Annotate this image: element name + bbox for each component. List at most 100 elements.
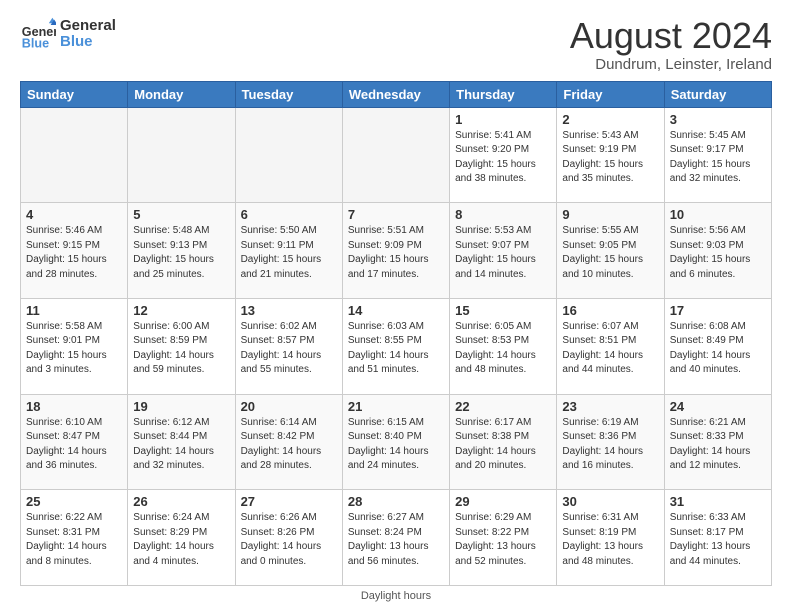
day-number: 15 [455,303,551,318]
calendar-week-4: 18 Sunrise: 6:10 AMSunset: 8:47 PMDayligh… [21,394,772,490]
day-info: Sunrise: 6:26 AMSunset: 8:26 PMDaylight:… [241,511,337,569]
calendar-cell [235,107,342,203]
calendar-cell: 19 Sunrise: 6:12 AMSunset: 8:44 PMDayligh… [128,394,235,490]
calendar-cell: 13 Sunrise: 6:02 AMSunset: 8:57 PMDayligh… [235,298,342,394]
day-number: 18 [26,399,122,414]
calendar-cell: 22Sunrise: 6:17 AMSunset: 8:38 PMDayligh… [450,394,557,490]
day-info: Sunrise: 5:56 AMSunset: 9:03 PMDaylight:… [670,224,766,282]
calendar-cell: 14Sunrise: 6:03 AMSunset: 8:55 PMDayligh… [342,298,449,394]
day-number: 1 [455,112,551,127]
day-info: Sunrise: 6:08 AMSunset: 8:49 PMDaylight:… [670,320,766,378]
calendar-week-5: 25 Sunrise: 6:22 AMSunset: 8:31 PMDayligh… [21,490,772,586]
day-number: 9 [562,207,658,222]
logo-blue: Blue [60,34,116,51]
day-number: 17 [670,303,766,318]
day-number: 23 [562,399,658,414]
day-info: Sunrise: 6:19 AMSunset: 8:36 PMDaylight:… [562,416,658,474]
calendar-cell: 7 Sunrise: 5:51 AMSunset: 9:09 PMDaylight… [342,203,449,299]
day-info: Sunrise: 6:02 AMSunset: 8:57 PMDaylight:… [241,320,337,378]
calendar-cell: 11Sunrise: 5:58 AMSunset: 9:01 PMDayligh… [21,298,128,394]
calendar-cell [128,107,235,203]
day-number: 3 [670,112,766,127]
calendar-cell: 16 Sunrise: 6:07 AMSunset: 8:51 PMDayligh… [557,298,664,394]
day-number: 4 [26,207,122,222]
day-info: Sunrise: 6:27 AMSunset: 8:24 PMDaylight:… [348,511,444,569]
day-info: Sunrise: 5:50 AMSunset: 9:11 PMDaylight:… [241,224,337,282]
calendar-cell: 24 Sunrise: 6:21 AMSunset: 8:33 PMDayligh… [664,394,771,490]
day-number: 10 [670,207,766,222]
day-number: 31 [670,494,766,509]
day-info: Sunrise: 6:10 AMSunset: 8:47 PMDaylight:… [26,416,122,474]
day-number: 21 [348,399,444,414]
day-info: Sunrise: 6:03 AMSunset: 8:55 PMDaylight:… [348,320,444,378]
calendar-cell: 8 Sunrise: 5:53 AMSunset: 9:07 PMDaylight… [450,203,557,299]
calendar-week-2: 4 Sunrise: 5:46 AMSunset: 9:15 PMDaylight… [21,203,772,299]
calendar-cell [21,107,128,203]
svg-text:Blue: Blue [22,37,49,51]
calendar-cell: 1 Sunrise: 5:41 AMSunset: 9:20 PMDaylight… [450,107,557,203]
day-info: Sunrise: 6:21 AMSunset: 8:33 PMDaylight:… [670,416,766,474]
calendar-week-1: 1 Sunrise: 5:41 AMSunset: 9:20 PMDaylight… [21,107,772,203]
calendar-header-sunday: Sunday [21,81,128,107]
day-info: Sunrise: 6:22 AMSunset: 8:31 PMDaylight:… [26,511,122,569]
day-number: 13 [241,303,337,318]
logo-general: General [60,18,116,35]
day-number: 24 [670,399,766,414]
day-number: 30 [562,494,658,509]
calendar-cell: 29 Sunrise: 6:29 AMSunset: 8:22 PMDayligh… [450,490,557,586]
calendar-header-thursday: Thursday [450,81,557,107]
day-number: 2 [562,112,658,127]
calendar-header-friday: Friday [557,81,664,107]
day-number: 7 [348,207,444,222]
day-info: Sunrise: 6:33 AMSunset: 8:17 PMDaylight:… [670,511,766,569]
day-info: Sunrise: 6:00 AMSunset: 8:59 PMDaylight:… [133,320,229,378]
day-info: Sunrise: 6:07 AMSunset: 8:51 PMDaylight:… [562,320,658,378]
calendar-cell: 10 Sunrise: 5:56 AMSunset: 9:03 PMDayligh… [664,203,771,299]
calendar-cell: 25 Sunrise: 6:22 AMSunset: 8:31 PMDayligh… [21,490,128,586]
day-number: 6 [241,207,337,222]
calendar-cell: 17 Sunrise: 6:08 AMSunset: 8:49 PMDayligh… [664,298,771,394]
calendar-header-row: SundayMondayTuesdayWednesdayThursdayFrid… [21,81,772,107]
day-number: 29 [455,494,551,509]
calendar-cell: 2 Sunrise: 5:43 AMSunset: 9:19 PMDaylight… [557,107,664,203]
calendar-cell: 15 Sunrise: 6:05 AMSunset: 8:53 PMDayligh… [450,298,557,394]
calendar-week-3: 11Sunrise: 5:58 AMSunset: 9:01 PMDayligh… [21,298,772,394]
day-info: Sunrise: 6:14 AMSunset: 8:42 PMDaylight:… [241,416,337,474]
day-info: Sunrise: 6:29 AMSunset: 8:22 PMDaylight:… [455,511,551,569]
day-info: Sunrise: 5:51 AMSunset: 9:09 PMDaylight:… [348,224,444,282]
day-info: Sunrise: 5:46 AMSunset: 9:15 PMDaylight:… [26,224,122,282]
calendar-cell: 26Sunrise: 6:24 AMSunset: 8:29 PMDayligh… [128,490,235,586]
header: General Blue General Blue August 2024 Du… [20,16,772,73]
day-number: 26 [133,494,229,509]
logo: General Blue General Blue [20,16,116,52]
day-info: Sunrise: 6:17 AMSunset: 8:38 PMDaylight:… [455,416,551,474]
calendar-cell: 23 Sunrise: 6:19 AMSunset: 8:36 PMDayligh… [557,394,664,490]
calendar-cell: 4 Sunrise: 5:46 AMSunset: 9:15 PMDaylight… [21,203,128,299]
day-number: 28 [348,494,444,509]
calendar-cell: 12Sunrise: 6:00 AMSunset: 8:59 PMDayligh… [128,298,235,394]
page: General Blue General Blue August 2024 Du… [0,0,792,612]
day-info: Sunrise: 5:41 AMSunset: 9:20 PMDaylight:… [455,129,551,187]
day-info: Sunrise: 5:45 AMSunset: 9:17 PMDaylight:… [670,129,766,187]
calendar-cell: 27Sunrise: 6:26 AMSunset: 8:26 PMDayligh… [235,490,342,586]
day-info: Sunrise: 6:15 AMSunset: 8:40 PMDaylight:… [348,416,444,474]
calendar-cell: 20Sunrise: 6:14 AMSunset: 8:42 PMDayligh… [235,394,342,490]
day-number: 5 [133,207,229,222]
day-info: Sunrise: 6:05 AMSunset: 8:53 PMDaylight:… [455,320,551,378]
title-block: August 2024 Dundrum, Leinster, Ireland [570,16,772,73]
calendar-cell: 9 Sunrise: 5:55 AMSunset: 9:05 PMDaylight… [557,203,664,299]
day-info: Sunrise: 6:31 AMSunset: 8:19 PMDaylight:… [562,511,658,569]
day-info: Sunrise: 5:43 AMSunset: 9:19 PMDaylight:… [562,129,658,187]
day-info: Sunrise: 5:58 AMSunset: 9:01 PMDaylight:… [26,320,122,378]
day-info: Sunrise: 5:55 AMSunset: 9:05 PMDaylight:… [562,224,658,282]
day-info: Sunrise: 5:53 AMSunset: 9:07 PMDaylight:… [455,224,551,282]
day-info: Sunrise: 6:12 AMSunset: 8:44 PMDaylight:… [133,416,229,474]
day-number: 8 [455,207,551,222]
calendar-table: SundayMondayTuesdayWednesdayThursdayFrid… [20,81,772,586]
day-number: 16 [562,303,658,318]
day-number: 25 [26,494,122,509]
day-number: 19 [133,399,229,414]
calendar-cell: 30 Sunrise: 6:31 AMSunset: 8:19 PMDayligh… [557,490,664,586]
subtitle: Dundrum, Leinster, Ireland [570,56,772,73]
calendar-cell: 28 Sunrise: 6:27 AMSunset: 8:24 PMDayligh… [342,490,449,586]
